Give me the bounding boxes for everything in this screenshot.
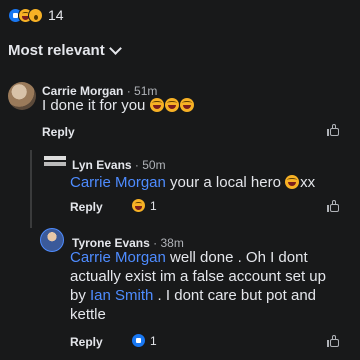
reply-button[interactable]: Reply xyxy=(70,335,103,349)
comment-reaction-count: 1 xyxy=(150,333,157,348)
comment-reaction-count: 1 xyxy=(150,198,157,213)
comment-reply: Tyrone Evans · 38m Carrie Morgan well do… xyxy=(0,228,360,358)
avatar[interactable] xyxy=(40,228,64,252)
mention-link[interactable]: Carrie Morgan xyxy=(70,174,166,191)
mention-link[interactable]: Ian Smith xyxy=(90,287,153,304)
laugh-emoji-icon xyxy=(149,98,164,112)
mention-link[interactable]: Carrie Morgan xyxy=(70,249,166,266)
like-icon[interactable] xyxy=(327,200,340,212)
laugh-emoji-icon xyxy=(179,98,194,112)
reply-button[interactable]: Reply xyxy=(42,125,75,139)
laugh-emoji-icon xyxy=(285,175,300,189)
wow-icon xyxy=(28,7,43,23)
comment-reply: Lyn Evans · 50m Carrie Morgan your a loc… xyxy=(0,152,360,218)
avatar[interactable] xyxy=(8,82,36,110)
reply-button[interactable]: Reply xyxy=(70,200,103,214)
comment-text: I done it for you xyxy=(42,96,195,115)
comment-body: I done it for you xyxy=(42,97,146,114)
laugh-icon xyxy=(131,198,146,213)
avatar[interactable] xyxy=(44,156,66,166)
sort-dropdown[interactable]: Most relevant xyxy=(8,42,122,59)
comment-author[interactable]: Lyn Evans xyxy=(72,158,132,172)
comment-body: your a local hero xyxy=(165,174,286,191)
like-icon[interactable] xyxy=(327,335,340,347)
reaction-count: 14 xyxy=(48,7,64,23)
like-icon[interactable] xyxy=(327,124,340,136)
reaction-summary[interactable]: 14 xyxy=(8,6,64,24)
comments-panel: 14 Most relevant Carrie Morgan · 51m I d… xyxy=(0,0,360,360)
comment-text: Carrie Morgan well done . Oh I dont actu… xyxy=(70,248,338,324)
laugh-emoji-icon xyxy=(164,98,179,112)
comment: Carrie Morgan · 51m I done it for you Re… xyxy=(0,78,360,144)
comment-text: Carrie Morgan your a local hero xx xyxy=(70,173,315,192)
like-icon xyxy=(131,333,146,348)
comment-reaction[interactable]: 1 xyxy=(131,198,157,213)
sort-label: Most relevant xyxy=(8,42,105,59)
comment-reaction[interactable]: 1 xyxy=(131,333,157,348)
comment-body-tail: xx xyxy=(300,174,316,191)
chevron-down-icon xyxy=(108,42,122,55)
comment-time: 50m xyxy=(142,158,166,172)
